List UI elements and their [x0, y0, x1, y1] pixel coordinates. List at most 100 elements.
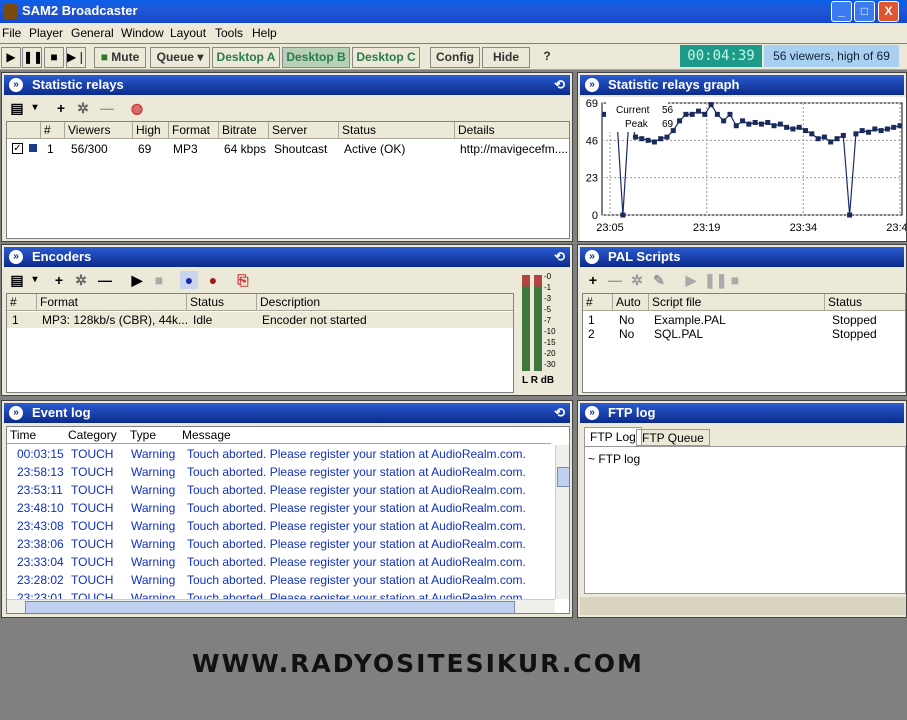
column-header[interactable]: # — [583, 294, 613, 311]
menu-general[interactable]: General — [71, 26, 114, 40]
collapse-icon[interactable]: » — [9, 250, 23, 264]
data-point — [708, 102, 714, 108]
monitor-icon[interactable]: ● — [180, 271, 198, 289]
column-header[interactable]: Status — [825, 294, 905, 311]
column-header[interactable] — [7, 122, 41, 139]
column-header[interactable]: Format — [37, 294, 187, 311]
collapse-icon[interactable]: » — [585, 78, 599, 92]
column-header[interactable]: Auto — [613, 294, 649, 311]
collapse-icon[interactable]: » — [9, 406, 23, 420]
stop-icon[interactable]: ■ — [726, 271, 744, 289]
close-button[interactable]: X — [878, 1, 899, 22]
data-point — [803, 128, 809, 134]
stop-icon[interactable]: ■ — [150, 271, 168, 289]
pause-icon[interactable]: ❚❚ — [704, 271, 727, 289]
column-header[interactable]: Server — [269, 122, 339, 139]
column-header[interactable]: Status — [187, 294, 257, 311]
column-header[interactable]: Type — [127, 427, 179, 444]
refresh-icon[interactable]: ⟲ — [554, 77, 565, 93]
add-icon[interactable]: + — [584, 271, 602, 289]
edit-icon[interactable]: ✎ — [650, 271, 668, 289]
cell: MP3: 128kb/s (CBR), 44k... — [42, 313, 189, 327]
remove-icon[interactable]: — — [98, 99, 116, 117]
column-header[interactable]: Details — [455, 122, 569, 139]
menu-help[interactable]: Help — [252, 26, 277, 40]
help-button[interactable]: ? — [536, 47, 558, 68]
column-header[interactable]: Description — [257, 294, 513, 311]
desktop-a-button[interactable]: Desktop A — [212, 47, 280, 68]
column-header[interactable]: Status — [339, 122, 455, 139]
horizontal-scrollbar[interactable] — [7, 599, 555, 613]
hide-button[interactable]: Hide — [482, 47, 530, 68]
menu-player[interactable]: Player — [29, 26, 63, 40]
scroll-thumb[interactable] — [557, 467, 569, 487]
status-icon[interactable]: ◍ — [128, 99, 146, 117]
minimize-button[interactable]: _ — [831, 1, 852, 22]
encoder-list-icon[interactable]: ▤ — [8, 271, 26, 289]
collapse-icon[interactable]: » — [585, 406, 599, 420]
title-bar: SAM2 Broadcaster _ □ X — [0, 0, 907, 23]
vu-tick: -0 — [544, 272, 552, 281]
menu-tools[interactable]: Tools — [215, 26, 243, 40]
cell: 00:03:15 — [17, 447, 64, 461]
menu-file[interactable]: File — [2, 26, 21, 40]
cell: Warning — [131, 465, 176, 479]
panel-title: Statistic relays graph — [608, 77, 740, 92]
stop-icon[interactable]: ■ — [44, 47, 64, 68]
menu-window[interactable]: Window — [121, 26, 164, 40]
tools-icon[interactable]: ✲ — [628, 271, 646, 289]
tools-icon[interactable]: ✲ — [74, 99, 92, 117]
data-point — [790, 126, 796, 132]
cell: 64 kbps — [224, 142, 267, 156]
next-icon[interactable]: ▶❘ — [66, 47, 86, 68]
data-point — [815, 136, 821, 142]
column-header[interactable]: # — [41, 122, 65, 139]
config-button[interactable]: Config — [430, 47, 480, 68]
column-header[interactable]: # — [7, 294, 37, 311]
scroll-thumb[interactable] — [25, 601, 515, 613]
remove-icon[interactable]: — — [606, 271, 624, 289]
cell: TOUCH — [71, 465, 114, 479]
remove-icon[interactable]: — — [96, 271, 114, 289]
settings-icon[interactable]: ⎘ — [234, 271, 252, 289]
relay-list-icon[interactable]: ▤ — [8, 99, 26, 117]
tools-icon[interactable]: ✲ — [72, 271, 90, 289]
vertical-scrollbar[interactable] — [555, 445, 569, 599]
collapse-icon[interactable]: » — [585, 250, 599, 264]
table-row[interactable]: 1 MP3: 128kb/s (CBR), 44k... Idle Encode… — [7, 312, 513, 328]
pause-icon[interactable]: ❚❚ — [22, 47, 43, 68]
add-icon[interactable]: + — [50, 271, 68, 289]
row-checkbox[interactable]: ✓ — [12, 143, 23, 154]
column-header[interactable]: Format — [169, 122, 219, 139]
column-header[interactable]: High — [133, 122, 169, 139]
column-header[interactable]: Script file — [649, 294, 825, 311]
play-icon[interactable]: ▶ — [128, 271, 146, 289]
mute-button[interactable]: ■ Mute — [94, 47, 146, 68]
play-icon[interactable]: ▶ — [1, 47, 21, 68]
desktop-b-button[interactable]: Desktop B — [282, 47, 350, 68]
column-header[interactable]: Bitrate — [219, 122, 269, 139]
chevron-down-icon[interactable]: ▾ — [26, 99, 44, 117]
menu-layout[interactable]: Layout — [170, 26, 206, 40]
column-header[interactable]: Viewers — [65, 122, 133, 139]
tab-ftp-queue[interactable]: FTP Queue — [636, 429, 710, 446]
column-header[interactable]: Message — [179, 427, 551, 444]
cell: No — [619, 327, 635, 341]
desktop-c-button[interactable]: Desktop C — [352, 47, 420, 68]
graph-legend: Current 56 Peak 69 — [606, 100, 673, 132]
maximize-button[interactable]: □ — [854, 1, 875, 22]
column-header[interactable]: Category — [65, 427, 127, 444]
play-icon[interactable]: ▶ — [682, 271, 700, 289]
banner-area: WWW.RADYOSITESIKUR.COM — [0, 618, 907, 720]
column-header[interactable]: Time — [7, 427, 65, 444]
queue-button[interactable]: Queue ▾ — [150, 47, 210, 68]
refresh-icon[interactable]: ⟲ — [554, 405, 565, 421]
add-icon[interactable]: + — [52, 99, 70, 117]
collapse-icon[interactable]: » — [9, 78, 23, 92]
cell: TOUCH — [71, 519, 114, 533]
refresh-icon[interactable]: ⟲ — [554, 249, 565, 265]
chevron-down-icon[interactable]: ▾ — [26, 271, 44, 289]
record-icon[interactable]: ● — [204, 271, 222, 289]
panel-header: » Statistic relays graph — [580, 75, 904, 95]
tab-ftp-log[interactable]: FTP Log — [584, 427, 642, 446]
